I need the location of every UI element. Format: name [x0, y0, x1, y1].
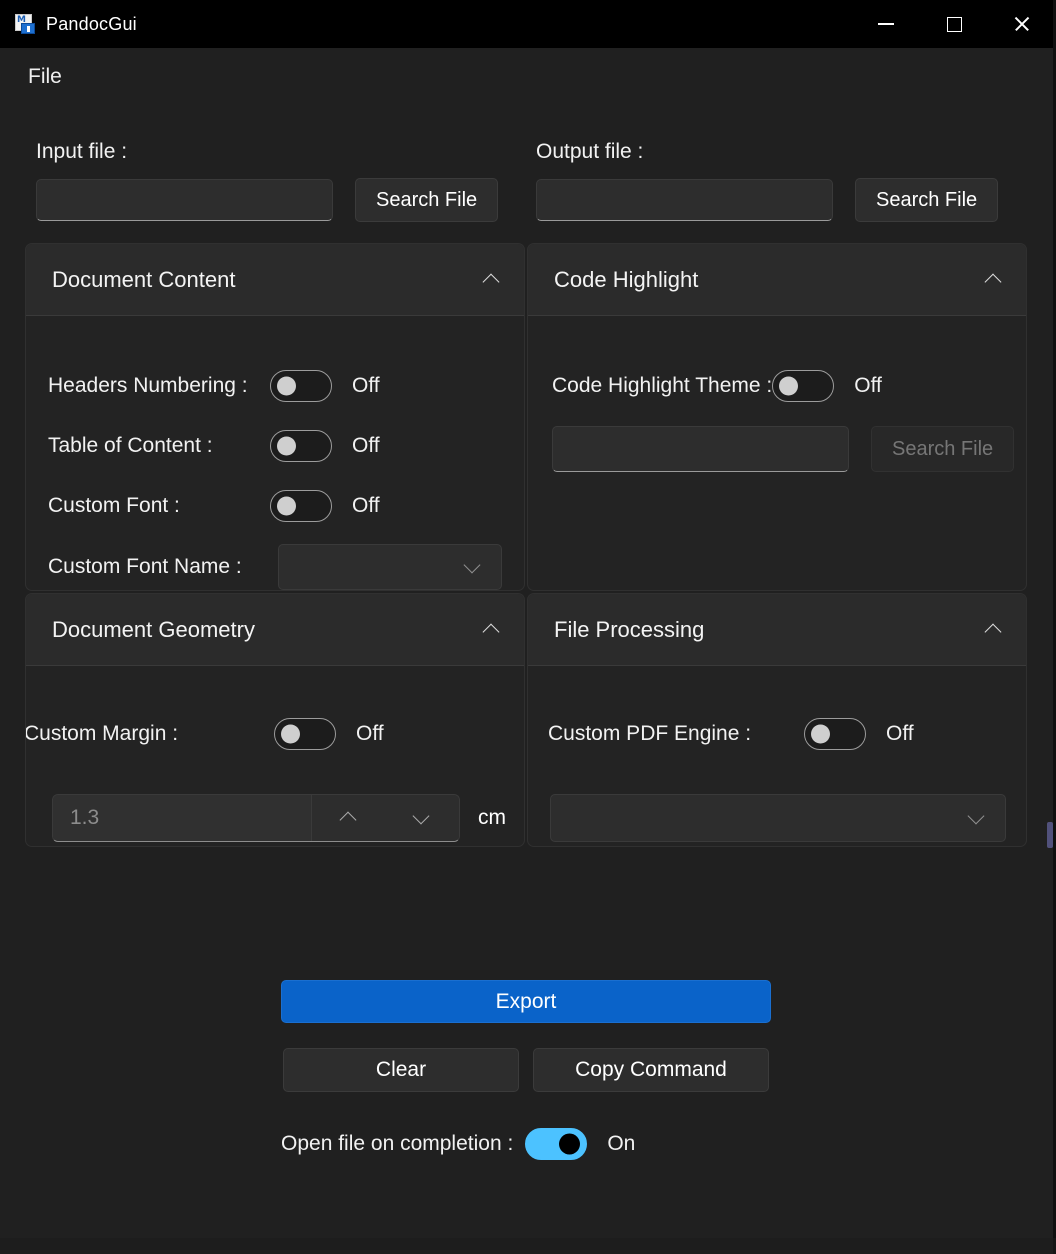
close-icon[interactable] — [988, 0, 1056, 48]
code-highlight-theme-state: Off — [854, 374, 882, 398]
panel-code-highlight: Code Highlight Code Highlight Theme : Of… — [527, 243, 1027, 591]
chevron-up-icon[interactable] — [482, 270, 502, 290]
minimize-icon[interactable] — [852, 0, 920, 48]
input-file-group: Input file : Search File — [36, 140, 498, 222]
headers-numbering-label: Headers Numbering : — [48, 374, 270, 398]
app-window: M PandocGui File Input file : Search Fil… — [0, 0, 1056, 1254]
chevron-down-icon[interactable] — [413, 809, 431, 827]
markdown-export-icon: M — [14, 13, 36, 35]
code-highlight-theme-toggle[interactable] — [772, 370, 834, 402]
chevron-down-icon — [967, 808, 987, 828]
custom-margin-numberbox[interactable]: 1.3 — [52, 794, 460, 842]
custom-margin-state: Off — [356, 722, 384, 746]
panel-title: Document Geometry — [52, 617, 255, 643]
panel-title: File Processing — [554, 617, 704, 643]
panel-document-geometry: Document Geometry Custom Margin : Off 1.… — [25, 593, 525, 847]
table-of-content-state: Off — [352, 434, 380, 458]
window-title: PandocGui — [46, 14, 137, 35]
panel-document-content-header[interactable]: Document Content — [26, 244, 524, 316]
custom-margin-spinners — [311, 795, 459, 841]
output-file-label: Output file : — [536, 140, 998, 164]
panel-title: Code Highlight — [554, 267, 698, 293]
table-of-content-toggle[interactable] — [270, 430, 332, 462]
row-code-highlight-theme: Code Highlight Theme : Off — [552, 370, 882, 402]
custom-font-state: Off — [352, 494, 380, 518]
open-on-completion-toggle[interactable] — [525, 1128, 587, 1160]
output-file-group: Output file : Search File — [536, 140, 998, 222]
chevron-up-icon[interactable] — [984, 620, 1004, 640]
headers-numbering-state: Off — [352, 374, 380, 398]
custom-pdf-engine-select[interactable] — [550, 794, 1006, 842]
panel-file-processing-header[interactable]: File Processing — [528, 594, 1026, 666]
panel-code-highlight-header[interactable]: Code Highlight — [528, 244, 1026, 316]
menu-bar: File — [0, 48, 1056, 106]
custom-font-name-label: Custom Font Name : — [48, 555, 278, 579]
custom-pdf-engine-label: Custom PDF Engine : — [548, 722, 804, 746]
custom-pdf-engine-state: Off — [886, 722, 914, 746]
custom-pdf-engine-toggle[interactable] — [804, 718, 866, 750]
chevron-up-icon[interactable] — [482, 620, 502, 640]
margin-unit-label: cm — [478, 806, 506, 830]
title-bar: M PandocGui — [0, 0, 1056, 48]
output-file-field[interactable] — [536, 179, 833, 221]
row-code-highlight-file: Search File — [552, 426, 1014, 472]
table-of-content-label: Table of Content : — [48, 434, 270, 458]
chevron-up-icon[interactable] — [340, 809, 358, 827]
custom-margin-value[interactable]: 1.3 — [53, 795, 311, 841]
code-highlight-theme-field[interactable] — [552, 426, 849, 472]
chevron-up-icon[interactable] — [984, 270, 1004, 290]
custom-margin-label: Custom Margin : — [25, 722, 274, 746]
export-button[interactable]: Export — [281, 980, 771, 1023]
open-on-completion-state: On — [607, 1132, 635, 1156]
row-open-on-completion: Open file on completion : On — [281, 1128, 635, 1160]
output-search-file-button[interactable]: Search File — [855, 178, 998, 222]
input-file-field[interactable] — [36, 179, 333, 221]
input-file-label: Input file : — [36, 140, 498, 164]
custom-font-toggle[interactable] — [270, 490, 332, 522]
row-table-of-content: Table of Content : Off — [48, 430, 380, 462]
chevron-down-icon — [463, 557, 483, 577]
row-custom-margin: Custom Margin : Off — [25, 718, 384, 750]
background-window-statusbar — [0, 1238, 1056, 1254]
maximize-icon[interactable] — [920, 0, 988, 48]
menu-item-file[interactable]: File — [22, 61, 68, 93]
copy-command-button[interactable]: Copy Command — [533, 1048, 769, 1092]
panel-file-processing: File Processing Custom PDF Engine : Off — [527, 593, 1027, 847]
input-search-file-button[interactable]: Search File — [355, 178, 498, 222]
panel-document-content: Document Content Headers Numbering : Off… — [25, 243, 525, 591]
row-margin-value: 1.3 cm — [52, 794, 506, 842]
code-highlight-theme-label: Code Highlight Theme : — [552, 374, 772, 398]
panel-title: Document Content — [52, 267, 235, 293]
row-custom-pdf-engine: Custom PDF Engine : Off — [548, 718, 914, 750]
code-highlight-search-file-button[interactable]: Search File — [871, 426, 1014, 472]
custom-font-label: Custom Font : — [48, 494, 270, 518]
open-on-completion-label: Open file on completion : — [281, 1132, 513, 1156]
panel-document-geometry-header[interactable]: Document Geometry — [26, 594, 524, 666]
row-pdf-engine-select — [550, 794, 1006, 842]
row-headers-numbering: Headers Numbering : Off — [48, 370, 380, 402]
clear-button[interactable]: Clear — [283, 1048, 519, 1092]
row-custom-font: Custom Font : Off — [48, 490, 380, 522]
custom-margin-toggle[interactable] — [274, 718, 336, 750]
custom-font-name-select[interactable] — [278, 544, 502, 590]
row-custom-font-name: Custom Font Name : — [48, 544, 502, 590]
headers-numbering-toggle[interactable] — [270, 370, 332, 402]
